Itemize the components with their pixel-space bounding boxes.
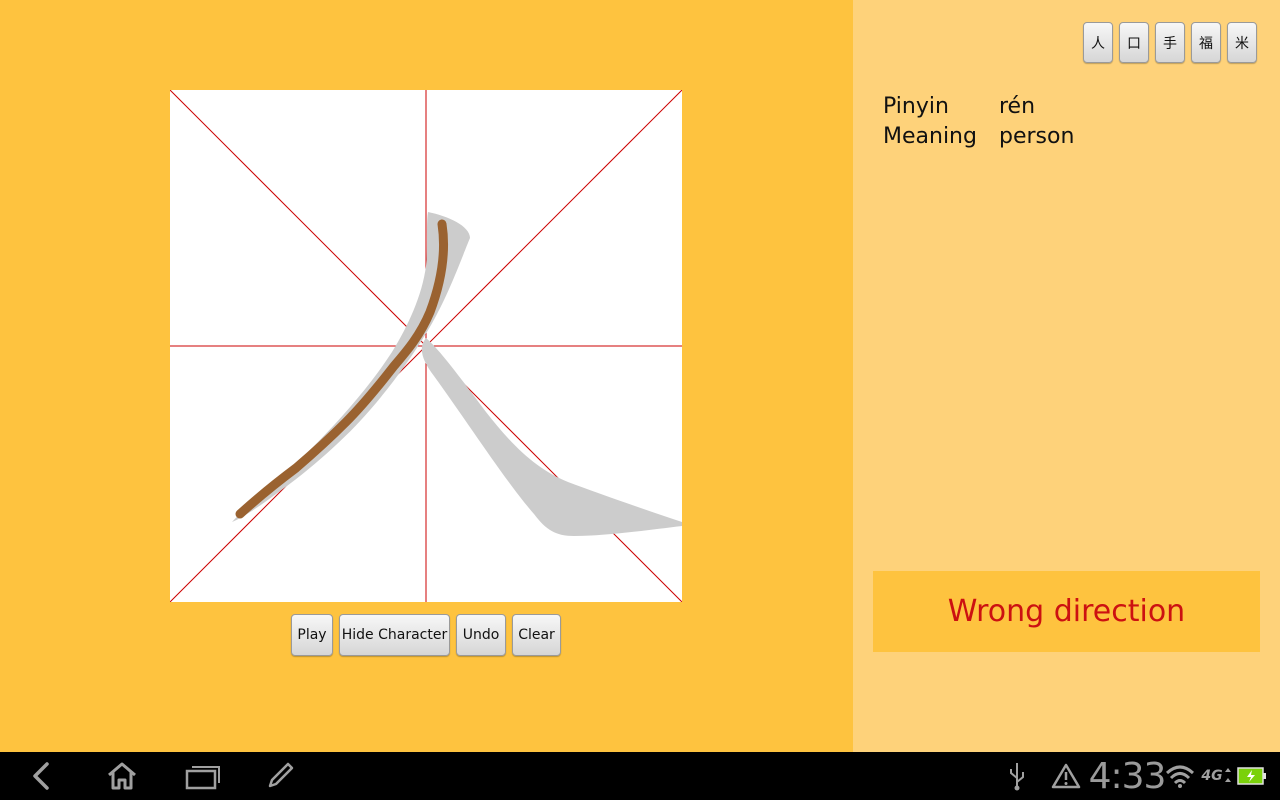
char-button-ren[interactable]: 人	[1083, 22, 1113, 63]
home-icon[interactable]	[102, 752, 142, 800]
ghost-stroke-right-falling	[421, 338, 682, 536]
back-icon[interactable]	[24, 752, 60, 800]
wifi-icon	[1164, 752, 1196, 800]
pinyin-label: Pinyin	[883, 94, 949, 119]
play-button[interactable]: Play	[291, 614, 333, 656]
status-clock: 4:33	[1088, 755, 1167, 797]
pinyin-value: rén	[999, 94, 1036, 119]
hide-character-button[interactable]: Hide Character	[339, 614, 450, 656]
drawing-canvas[interactable]	[170, 90, 682, 602]
feedback-message: Wrong direction	[873, 571, 1260, 652]
char-button-shou[interactable]: 手	[1155, 22, 1185, 63]
user-stroke	[235, 219, 448, 519]
network-type: 4G	[1201, 768, 1223, 784]
char-button-mi[interactable]: 米	[1227, 22, 1257, 63]
battery-icon	[1236, 752, 1268, 800]
meaning-label: Meaning	[883, 124, 977, 149]
pen-icon[interactable]	[262, 752, 298, 800]
undo-button[interactable]: Undo	[456, 614, 506, 656]
clear-button[interactable]: Clear	[512, 614, 561, 656]
recent-apps-icon[interactable]	[182, 752, 224, 800]
warning-icon	[1050, 752, 1082, 800]
char-button-fu[interactable]: 福	[1191, 22, 1221, 63]
signal-4g-icon: 4G	[1200, 752, 1234, 800]
meaning-value: person	[999, 124, 1075, 149]
usb-icon	[1004, 752, 1030, 800]
char-button-kou[interactable]: 口	[1119, 22, 1149, 63]
ghost-character	[232, 212, 682, 536]
writing-area: Play Hide Character Undo Clear	[0, 0, 853, 752]
